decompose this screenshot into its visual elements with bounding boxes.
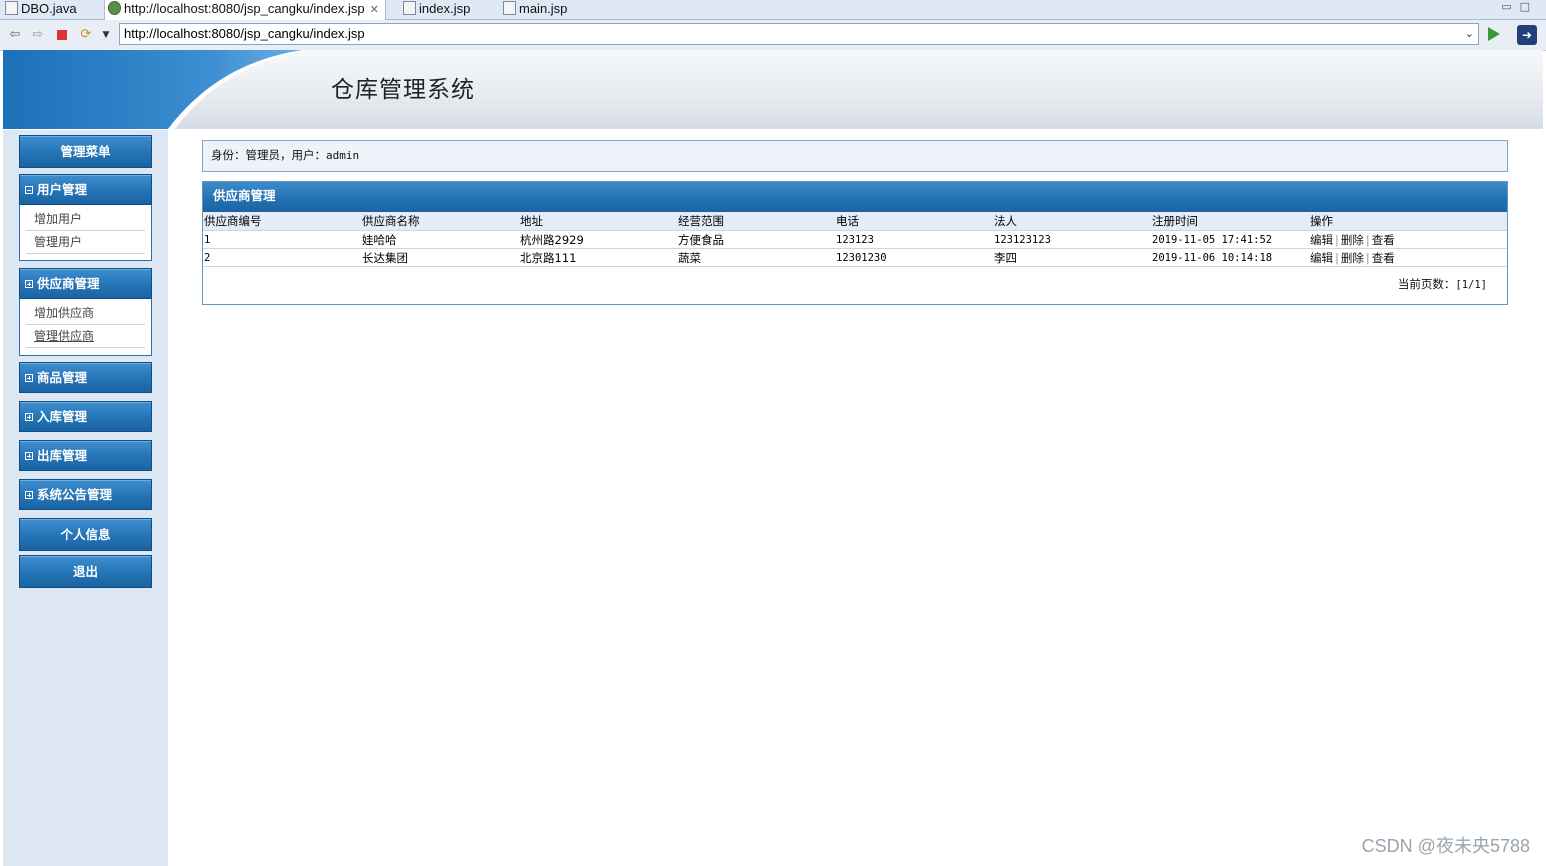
submenu-user: 增加用户 管理用户 [19,205,152,261]
col-header: 注册时间 [1151,212,1309,231]
cell-actions: 编辑 | 删除 | 查看 [1309,248,1507,267]
col-header: 供应商名称 [361,212,519,231]
pager: 当前页数：[1/1] [1398,276,1487,292]
ide-tab-strip: DBO.java http://localhost:8080/jsp_cangk… [0,0,1546,20]
cell-name: 长达集团 [361,248,519,267]
browser-home-icon[interactable]: ➜ [1517,25,1537,45]
cell-time: 2019-11-06 10:14:18 [1151,248,1309,267]
header-swoosh-graphic [3,50,308,129]
table-row: 2 长达集团 北京路111 蔬菜 12301230 李四 2019-11-06 … [203,248,1507,267]
cell-scope: 方便食品 [677,230,835,249]
jsp-file-icon [503,1,516,15]
supplier-table: 供应商编号 供应商名称 地址 经营范围 电话 法人 注册时间 操作 1 娃哈哈 … [203,212,1507,267]
tab-dbo-java[interactable]: DBO.java [2,0,77,19]
cell-name: 娃哈哈 [361,230,519,249]
sidebar: 管理菜单 用户管理 增加用户 管理用户 供应商管理 增加供应商 管理供应商 商品… [3,130,168,866]
expand-icon [25,452,33,460]
site-title: 仓库管理系统 [331,77,475,103]
expand-icon [25,280,33,288]
sidebar-group-inbound[interactable]: 入库管理 [19,401,152,432]
address-bar[interactable]: http://localhost:8080/jsp_cangku/index.j… [119,23,1479,45]
cell-address: 杭州路2929 [519,230,677,249]
separator: | [1335,250,1339,265]
panel-title: 供应商管理 [203,182,1507,212]
pager-value: [1/1] [1455,279,1487,291]
watermark: CSDN @夜未央5788 [1361,836,1530,856]
window-controls[interactable]: ▭□ [1501,0,1538,13]
page-header: 仓库管理系统 [3,50,1543,129]
tab-main-jsp[interactable]: main.jsp [500,0,567,19]
delete-link[interactable]: 删除 [1341,233,1364,247]
forward-icon[interactable]: ⇨ [30,27,46,43]
cell-phone: 123123 [835,230,993,249]
profile-button[interactable]: 个人信息 [19,518,152,551]
supplier-panel: 供应商管理 供应商编号 供应商名称 地址 经营范围 电话 法人 注册时间 操作 … [202,181,1508,305]
jsp-file-icon [403,1,416,15]
delete-link[interactable]: 删除 [1341,251,1364,265]
col-header: 地址 [519,212,677,231]
sidebar-group-outbound[interactable]: 出库管理 [19,440,152,471]
col-header: 操作 [1309,212,1507,231]
history-dropdown-icon[interactable]: ▼ [98,27,114,43]
separator: | [1335,232,1339,247]
expand-icon [25,374,33,382]
col-header: 法人 [993,212,1151,231]
refresh-icon[interactable]: ⟳ [78,27,94,43]
submenu-supplier: 增加供应商 管理供应商 [19,299,152,356]
col-header: 供应商编号 [203,212,361,231]
identity-label: 身份：管理员，用户： [211,148,326,162]
stop-icon[interactable] [54,27,70,43]
tab-index-jsp[interactable]: index.jsp [400,0,470,19]
cell-legal: 李四 [993,248,1151,267]
table-header-row: 供应商编号 供应商名称 地址 经营范围 电话 法人 注册时间 操作 [203,212,1507,231]
sidebar-item-add-user[interactable]: 增加用户 [26,208,145,231]
java-file-icon [5,1,18,15]
expand-icon [25,491,33,499]
col-header: 电话 [835,212,993,231]
chevron-down-icon[interactable]: ⌄ [1465,24,1474,44]
edit-link[interactable]: 编辑 [1310,251,1333,265]
browser-toolbar: ⇦ ⇨ ⟳ ▼ http://localhost:8080/jsp_cangku… [0,20,1546,51]
globe-icon [108,1,121,15]
close-tab-icon[interactable]: ✕ [370,4,379,16]
cell-actions: 编辑 | 删除 | 查看 [1309,230,1507,249]
cell-time: 2019-11-05 17:41:52 [1151,230,1309,249]
cell-scope: 蔬菜 [677,248,835,267]
logout-button[interactable]: 退出 [19,555,152,588]
sidebar-group-supplier[interactable]: 供应商管理 [19,268,152,299]
go-icon[interactable] [1488,27,1500,41]
col-header: 经营范围 [677,212,835,231]
menu-title: 管理菜单 [19,135,152,168]
cell-address: 北京路111 [519,248,677,267]
pager-label: 当前页数： [1397,277,1456,291]
sidebar-item-manage-user[interactable]: 管理用户 [26,231,145,254]
identity-username: admin [326,149,360,162]
view-link[interactable]: 查看 [1372,233,1395,247]
cell-id: 1 [203,230,361,249]
table-row: 1 娃哈哈 杭州路2929 方便食品 123123 123123123 2019… [203,230,1507,249]
cell-phone: 12301230 [835,248,993,267]
collapse-icon [25,186,33,194]
sidebar-group-notice[interactable]: 系统公告管理 [19,479,152,510]
sidebar-item-manage-supplier[interactable]: 管理供应商 [26,325,145,348]
sidebar-item-add-supplier[interactable]: 增加供应商 [26,302,145,325]
separator: | [1365,232,1370,247]
back-icon[interactable]: ⇦ [7,27,23,43]
identity-bar: 身份：管理员，用户：admin [202,140,1508,172]
separator: | [1365,250,1370,265]
cell-id: 2 [203,248,361,267]
cell-legal: 123123123 [993,230,1151,249]
expand-icon [25,413,33,421]
sidebar-group-goods[interactable]: 商品管理 [19,362,152,393]
sidebar-group-user[interactable]: 用户管理 [19,174,152,205]
tab-browser[interactable]: http://localhost:8080/jsp_cangku/index.j… [104,0,386,20]
edit-link[interactable]: 编辑 [1310,233,1333,247]
view-link[interactable]: 查看 [1372,251,1395,265]
